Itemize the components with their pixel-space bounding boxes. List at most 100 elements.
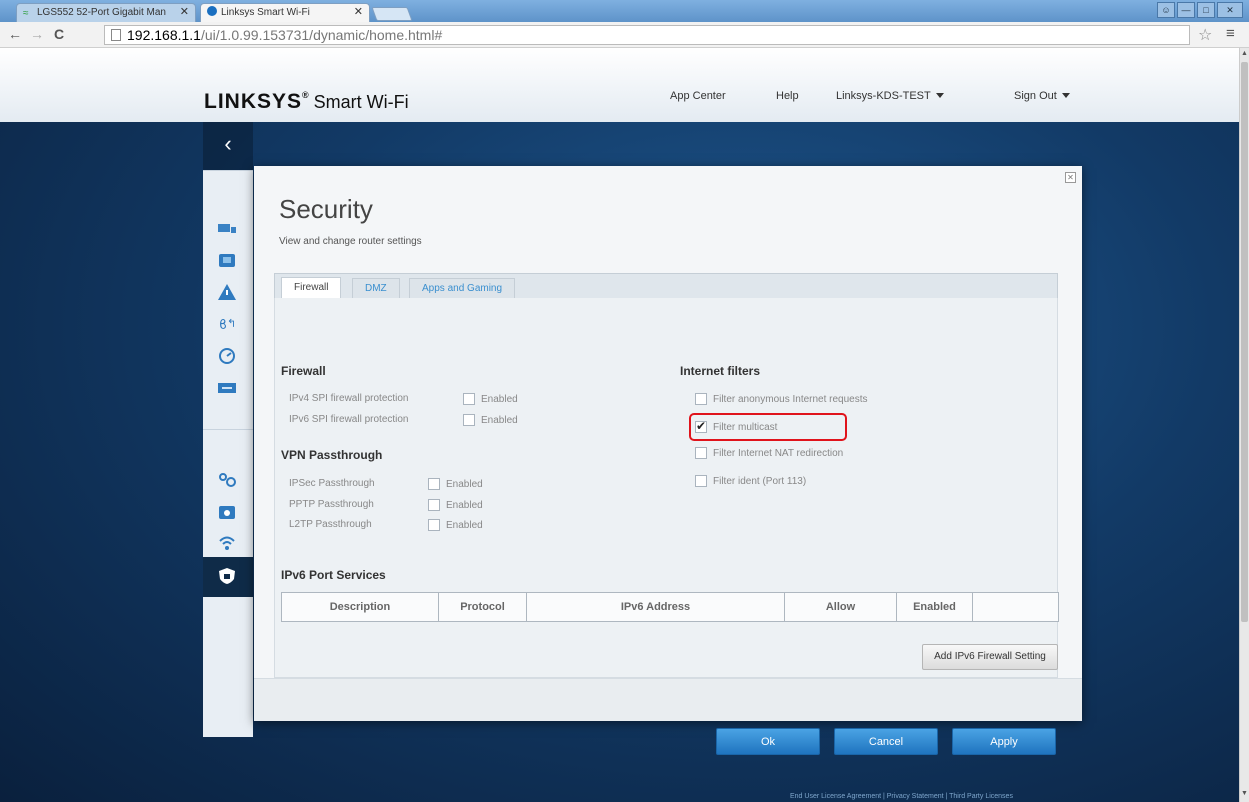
collapse-sidebar-button[interactable]: ‹ [203,122,253,170]
devices-icon[interactable] [217,219,237,237]
browser-tab-lgs552[interactable]: ≈ LGS552 52-Port Gigabit Man ✕ [16,3,196,22]
maximize-button[interactable]: □ [1197,2,1215,18]
ipsec-enabled-label: Enabled [446,479,483,490]
window-controls: ☺ — □ ✕ [1157,2,1243,18]
app-center-link[interactable]: App Center [670,90,726,102]
shield-lock-icon [219,568,235,584]
forward-arrow-icon[interactable]: → [30,26,44,42]
network-name: Linksys-KDS-TEST [836,90,931,102]
chevron-down-icon [935,93,944,98]
linksys-favicon-icon [207,6,217,16]
logo-text: LINKSYS [204,90,303,113]
dialog-footer [254,678,1082,721]
tab-label: LGS552 52-Port Gigabit Man [37,7,166,18]
ipv6-spi-label: IPv6 SPI firewall protection [289,414,409,425]
col-description[interactable]: Description [282,593,439,621]
l2tp-checkbox[interactable] [428,519,440,531]
close-icon[interactable]: ✕ [1065,172,1076,183]
filter-ident-label: Filter ident (Port 113) [713,476,807,487]
ipv4-spi-checkbox[interactable] [463,393,475,405]
filter-ident-checkbox[interactable] [695,475,707,487]
col-allow[interactable]: Allow [785,593,897,621]
sidebar: ‹ ϐ ↰ [203,122,253,737]
hamburger-menu-icon[interactable]: ≡ [1226,25,1235,42]
ipv6-spi-checkbox[interactable] [463,414,475,426]
vpn-passthrough-heading: VPN Passthrough [281,448,383,462]
new-tab-button[interactable] [371,7,413,21]
chevron-left-icon: ‹ [224,131,232,156]
filter-anonymous-checkbox[interactable] [695,393,707,405]
page-scrollbar[interactable]: ▲ ▼ [1239,48,1249,802]
col-ipv6-address[interactable]: IPv6 Address [527,593,785,621]
address-bar[interactable]: 192.168.1.1/ui/1.0.99.153731/dynamic/hom… [104,25,1190,45]
sidebar-divider [203,429,253,430]
minimize-button[interactable]: — [1177,2,1195,18]
l2tp-label: L2TP Passthrough [289,519,372,530]
tab-close-icon[interactable]: ✕ [354,4,363,21]
pptp-checkbox[interactable] [428,499,440,511]
footer-links[interactable]: End User License Agreement | Privacy Sta… [790,793,1013,800]
troubleshooting-icon[interactable] [217,503,237,521]
user-icon[interactable]: ☺ [1157,2,1175,18]
back-arrow-icon[interactable]: ← [8,26,22,42]
page-icon [111,29,121,41]
apply-button[interactable]: Apply [952,728,1056,755]
reload-icon[interactable]: C [54,26,64,42]
parental-controls-icon[interactable] [217,251,237,269]
scroll-down-icon[interactable]: ▼ [1241,790,1248,797]
tab-dmz[interactable]: DMZ [352,278,400,299]
ipsec-checkbox[interactable] [428,478,440,490]
ipv6-port-services-table: Description Protocol IPv6 Address Allow … [281,592,1059,622]
firewall-heading: Firewall [281,364,326,378]
media-priority-icon[interactable]: ϐ ↰ [217,315,237,333]
add-ipv6-firewall-setting-button[interactable]: Add IPv6 Firewall Setting [922,644,1058,670]
settings-gears-icon[interactable] [217,471,237,489]
tab-close-icon[interactable]: ✕ [180,4,189,21]
close-window-button[interactable]: ✕ [1217,2,1243,18]
wifi-favicon-icon: ≈ [23,8,29,19]
browser-titlebar: ≈ LGS552 52-Port Gigabit Man ✕ Linksys Sm… [0,0,1249,22]
usb-storage-icon[interactable] [217,379,237,397]
logo-subtitle: Smart Wi-Fi [313,92,409,112]
browser-tab-linksys[interactable]: Linksys Smart Wi-Fi ✕ [200,3,370,22]
speed-test-icon[interactable] [217,347,237,365]
ipv6-spi-enabled-label: Enabled [481,415,518,426]
filter-anonymous-label: Filter anonymous Internet requests [713,394,868,405]
ipv4-spi-label: IPv4 SPI firewall protection [289,393,409,404]
pptp-enabled-label: Enabled [446,500,483,511]
svg-text:ϐ: ϐ [219,318,227,333]
help-link[interactable]: Help [776,90,799,102]
linksys-header: LINKSYS® Smart Wi-Fi App Center Help Link… [0,48,1239,122]
highlight-annotation [689,413,847,441]
linksys-logo: LINKSYS® Smart Wi-Fi [204,90,409,114]
security-dialog: ✕ Security View and change router settin… [254,166,1082,755]
svg-text:↰: ↰ [227,318,236,330]
warning-icon[interactable] [217,283,237,301]
tab-apps-and-gaming[interactable]: Apps and Gaming [409,278,516,299]
filter-nat-redirection-checkbox[interactable] [695,447,707,459]
ipv4-spi-enabled-label: Enabled [481,394,518,405]
col-protocol[interactable]: Protocol [439,593,527,621]
ipv6-port-services-heading: IPv6 Port Services [281,568,386,582]
col-enabled[interactable]: Enabled [897,593,973,621]
cancel-button[interactable]: Cancel [834,728,938,755]
tab-firewall[interactable]: Firewall [281,277,342,300]
firewall-content: Firewall IPv4 SPI firewall protection En… [274,298,1059,678]
wireless-icon[interactable] [217,535,237,553]
scrollbar-thumb[interactable] [1241,62,1248,622]
sidebar-item-security[interactable] [203,557,253,597]
browser-toolbar: ← → C 192.168.1.1/ui/1.0.99.153731/dynam… [0,22,1249,48]
sidebar-panel: ϐ ↰ [203,170,253,737]
page-subtitle: View and change router settings [279,236,422,247]
filter-nat-redirection-label: Filter Internet NAT redirection [713,448,844,459]
page-viewport: LINKSYS® Smart Wi-Fi App Center Help Link… [0,48,1239,802]
network-menu[interactable]: Linksys-KDS-TEST [836,90,944,102]
scroll-up-icon[interactable]: ▲ [1241,50,1248,57]
ok-button[interactable]: Ok [716,728,820,755]
tab-strip: Firewall DMZ Apps and Gaming [274,273,1058,300]
l2tp-enabled-label: Enabled [446,520,483,531]
url-host: 192.168.1.1 [127,27,201,43]
page-title: Security [279,194,373,224]
bookmark-star-icon[interactable]: ☆ [1198,25,1212,45]
sign-out-menu[interactable]: Sign Out [1014,90,1070,102]
